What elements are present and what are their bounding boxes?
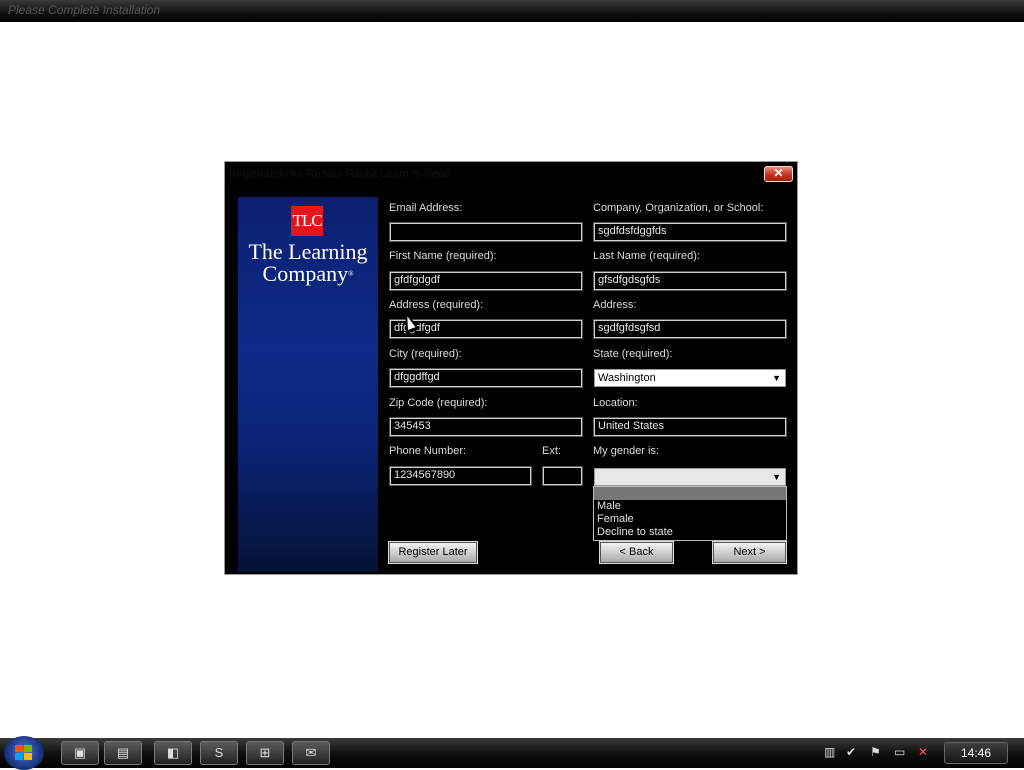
email-field[interactable] — [389, 222, 583, 242]
location-field[interactable]: United States — [593, 417, 787, 437]
gender-option-decline[interactable]: Decline to state — [594, 526, 786, 539]
zip-field[interactable]: 345453 — [389, 417, 583, 437]
tray-document-icon[interactable]: ▥ — [824, 745, 835, 759]
taskbar-clock[interactable]: 14:46 — [944, 742, 1008, 764]
gender-option-blank[interactable] — [594, 487, 786, 500]
close-button[interactable]: ✕ — [764, 166, 793, 182]
tlc-logo: TLC — [291, 206, 323, 236]
state-label: State (required): — [593, 348, 673, 360]
register-later-button[interactable]: Register Later — [388, 541, 478, 564]
location-label: Location: — [593, 397, 638, 409]
taskbar-network-icon[interactable]: ⊞ — [246, 741, 284, 765]
taskbar-file-manager-icon[interactable]: ▤ — [104, 741, 142, 765]
taskbar-app-3-icon[interactable]: ◧ — [154, 741, 192, 765]
tray-network-icon[interactable]: ▭ — [894, 745, 905, 759]
company-label: Company, Organization, or School: — [593, 202, 764, 214]
email-label: Email Address: — [389, 202, 463, 214]
tray-flag-icon[interactable]: ⚑ — [870, 745, 881, 759]
outer-window-title: Please Complete Installation — [8, 3, 161, 17]
taskbar-app-4-icon[interactable]: S — [200, 741, 238, 765]
brand-name: The Learning Company® — [238, 241, 378, 285]
outer-window-titlebar: Please Complete Installation — [0, 0, 1024, 22]
phone-field[interactable]: 1234567890 — [389, 466, 532, 486]
gender-dropdown-list: Male Female Decline to state — [593, 486, 787, 541]
address2-field[interactable]: sgdfgfdsgfsd — [593, 319, 787, 339]
tray-volume-muted-icon[interactable]: ✕ — [918, 745, 928, 759]
brand-name-text: The Learning Company — [248, 239, 368, 286]
taskbar-app-1-icon[interactable]: ▣ — [61, 741, 99, 765]
gender-select[interactable]: ▼ — [594, 468, 786, 486]
first-name-field[interactable]: gfdfgdgdf — [389, 271, 583, 291]
chevron-down-icon[interactable]: ▼ — [772, 370, 781, 386]
company-field[interactable]: sgdfdsfdggfds — [593, 222, 787, 242]
gender-label: My gender is: — [593, 445, 660, 457]
address2-label: Address: — [593, 299, 637, 311]
gender-option-male[interactable]: Male — [594, 500, 786, 513]
taskbar-mail-icon[interactable]: ✉ — [292, 741, 330, 765]
last-name-field[interactable]: gfsdfgdsgfds — [593, 271, 787, 291]
city-field[interactable]: dfggdffgd — [389, 368, 583, 388]
chevron-down-icon[interactable]: ▼ — [772, 469, 781, 485]
taskbar: ▣ ▤ ◧ S ⊞ ✉ ▥ ✔ ⚑ ▭ ✕ 14:46 — [0, 736, 1024, 770]
zip-label: Zip Code (required): — [389, 397, 488, 409]
start-button[interactable] — [4, 736, 44, 770]
state-select-value: Washington — [598, 372, 656, 384]
last-name-label: Last Name (required): — [593, 250, 700, 262]
first-name-label: First Name (required): — [389, 250, 497, 262]
ext-label: Ext: — [542, 445, 561, 457]
next-button[interactable]: Next > — [712, 541, 787, 564]
ext-field[interactable] — [542, 466, 583, 486]
brand-banner: TLC The Learning Company® — [238, 197, 378, 572]
dialog-title: Registration for Reader Rabbit Learn to … — [229, 168, 451, 180]
tray-security-icon[interactable]: ✔ — [846, 745, 856, 759]
registration-dialog: Registration for Reader Rabbit Learn to … — [224, 161, 798, 575]
trademark-mark: ® — [348, 270, 354, 278]
gender-option-female[interactable]: Female — [594, 513, 786, 526]
windows-logo-icon — [15, 745, 33, 761]
phone-label: Phone Number: — [389, 445, 467, 457]
back-button[interactable]: < Back — [599, 541, 674, 564]
address1-label: Address (required): — [389, 299, 484, 311]
state-select[interactable]: Washington ▼ — [594, 369, 786, 387]
city-label: City (required): — [389, 348, 462, 360]
